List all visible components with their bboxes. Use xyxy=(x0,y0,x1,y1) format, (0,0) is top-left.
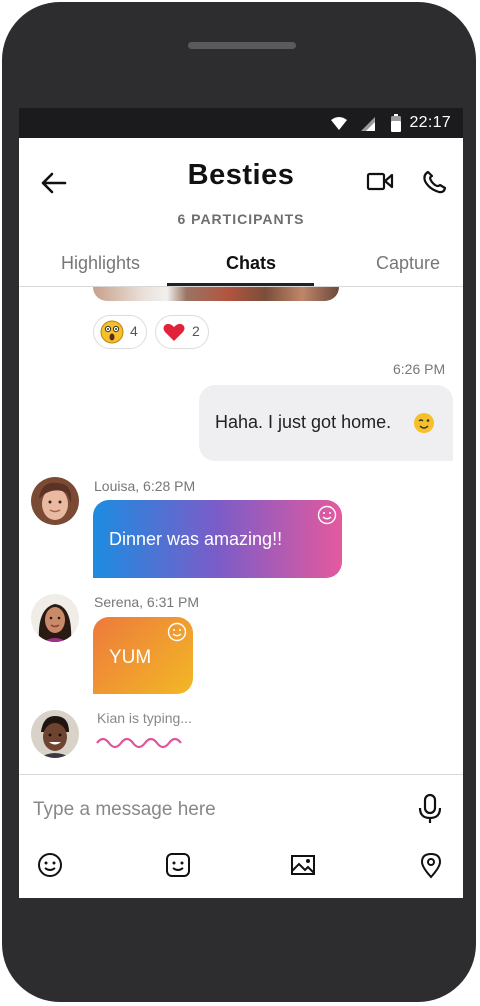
add-reaction-icon[interactable] xyxy=(166,621,188,643)
emoji-icon[interactable] xyxy=(36,851,64,879)
page-title: Besties xyxy=(187,159,295,191)
tab-capture[interactable]: Capture xyxy=(376,253,440,274)
typing-squiggle xyxy=(96,737,182,749)
message-text: Dinner was amazing!! xyxy=(109,529,283,549)
wink-emoji-icon xyxy=(414,413,434,433)
shocked-emoji-icon xyxy=(100,320,124,344)
microphone-icon[interactable] xyxy=(417,793,443,825)
message-composer xyxy=(19,774,463,898)
shared-photo[interactable] xyxy=(93,287,339,301)
status-time: 22:17 xyxy=(409,114,451,131)
chat-message-list[interactable]: 4 2 6:26 PM Haha. I just got home. Louis… xyxy=(19,287,463,774)
avatar-serena[interactable] xyxy=(31,594,79,642)
wifi-icon xyxy=(331,117,347,130)
message-input[interactable] xyxy=(31,793,395,827)
app-screen: 22:17 Besties 6 PARTICIPANTS Highlights … xyxy=(19,108,463,898)
outgoing-message-bubble[interactable]: Haha. I just got home. xyxy=(199,385,453,461)
avatar-kian[interactable] xyxy=(31,710,79,758)
reaction-shocked[interactable]: 4 xyxy=(93,315,147,349)
reaction-count: 2 xyxy=(192,323,200,339)
video-call-icon[interactable] xyxy=(365,166,395,196)
image-icon[interactable] xyxy=(289,851,317,879)
chat-header: Besties 6 PARTICIPANTS Highlights Chats … xyxy=(19,138,463,287)
heart-emoji-icon xyxy=(163,323,185,341)
avatar-louisa[interactable] xyxy=(31,477,79,525)
add-reaction-icon[interactable] xyxy=(316,504,338,526)
tab-highlights[interactable]: Highlights xyxy=(61,253,140,274)
status-bar: 22:17 xyxy=(19,108,463,138)
message-text: Haha. I just got home. xyxy=(215,412,392,432)
location-icon[interactable] xyxy=(417,851,445,879)
message-timestamp: 6:26 PM xyxy=(393,361,446,377)
incoming-message-bubble[interactable]: YUM xyxy=(93,617,193,694)
message-text: YUM xyxy=(109,647,152,668)
tab-chats[interactable]: Chats xyxy=(226,253,276,274)
reaction-count: 4 xyxy=(130,323,138,339)
sender-name: Serena, 6:31 PM xyxy=(94,594,200,610)
reaction-heart[interactable]: 2 xyxy=(155,315,209,349)
typing-indicator-text: Kian is typing... xyxy=(97,710,192,726)
signal-icon xyxy=(361,117,375,131)
phone-call-icon[interactable] xyxy=(419,166,449,196)
sticker-icon[interactable] xyxy=(164,851,192,879)
speaker-grille xyxy=(188,42,296,49)
participants-count[interactable]: 6 PARTICIPANTS xyxy=(19,211,463,227)
battery-icon xyxy=(391,114,401,132)
incoming-message-bubble[interactable]: Dinner was amazing!! xyxy=(93,500,342,578)
sender-name: Louisa, 6:28 PM xyxy=(94,478,196,494)
